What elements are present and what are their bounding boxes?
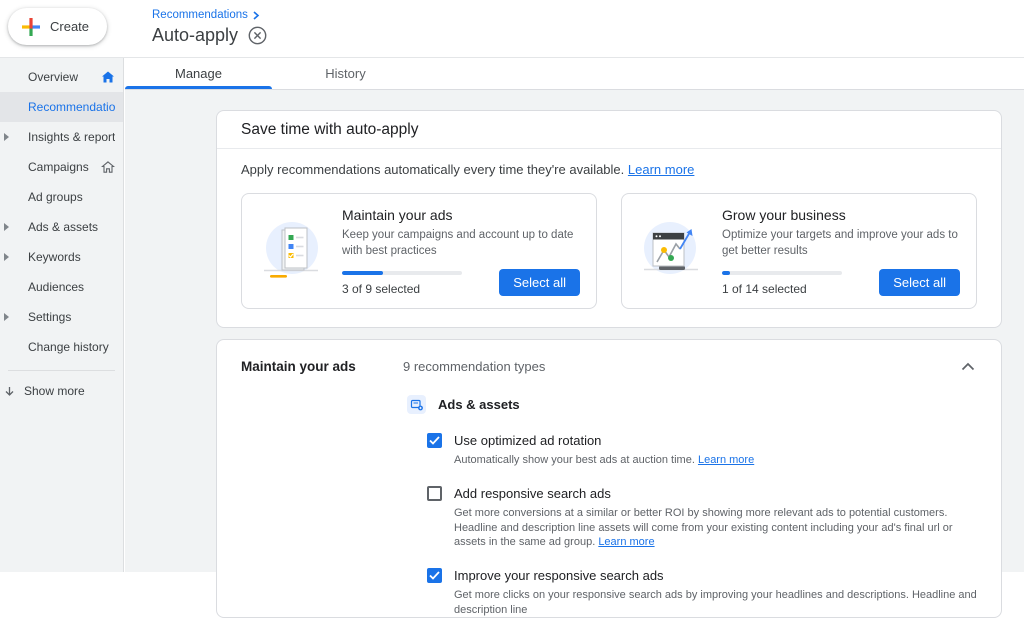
recommendation-label: Use optimized ad rotation [454, 433, 601, 448]
page-title: Auto-apply [152, 25, 238, 46]
create-button-label: Create [50, 19, 89, 34]
recommendation-description: Get more conversions at a similar or bet… [454, 506, 977, 549]
top-bar: Create Recommendations Auto-apply [0, 0, 1024, 58]
add-responsive-search-ads-checkbox[interactable] [427, 486, 442, 501]
auto-apply-card: Save time with auto-apply Apply recommen… [216, 110, 1002, 328]
grow-progress-bar [722, 271, 842, 275]
ads-assets-group-header: Ads & assets [407, 395, 1001, 414]
ads-assets-icon [407, 395, 426, 414]
expand-arrow-icon[interactable] [4, 253, 9, 261]
grow-card-description: Optimize your targets and improve your a… [722, 228, 960, 259]
sidebar-divider [8, 370, 115, 371]
maintain-section-card: Maintain your ads 9 recommendation types [216, 339, 1002, 618]
home-filled-icon [101, 71, 115, 84]
growth-chart-illustration [638, 218, 704, 284]
tab-manage[interactable]: Manage [125, 58, 272, 89]
home-outline-icon [101, 161, 115, 174]
optimized-ad-rotation-checkbox[interactable] [427, 433, 442, 448]
sidebar-item-insights-reports[interactable]: Insights & reports [0, 122, 123, 152]
chevron-down-icon [4, 386, 15, 397]
recommendation-item-add-responsive-search-ads: Add responsive search ads Get more conve… [427, 486, 1001, 549]
chevron-up-icon [961, 362, 975, 371]
tab-bar: Manage History [125, 58, 1024, 90]
learn-more-link[interactable]: Learn more [628, 162, 694, 177]
recommendation-item-improve-responsive-search-ads: Improve your responsive search ads Get m… [427, 568, 1001, 617]
ads-assets-group-label: Ads & assets [438, 397, 520, 412]
grow-selected-count: 1 of 14 selected [722, 282, 879, 296]
recommendation-description: Get more clicks on your responsive searc… [454, 588, 977, 617]
grow-select-all-button[interactable]: Select all [879, 269, 960, 296]
main-content: Manage History Save time with auto-apply… [125, 58, 1024, 572]
sidebar-item-audiences[interactable]: Audiences [0, 272, 123, 302]
dismiss-circle-icon[interactable] [248, 26, 267, 45]
breadcrumb-recommendations-link[interactable]: Recommendations [152, 9, 248, 21]
auto-apply-description: Apply recommendations automatically ever… [241, 162, 977, 177]
section-subtitle: 9 recommendation types [403, 359, 959, 374]
recommendation-item-optimized-ad-rotation: Use optimized ad rotation Automatically … [427, 433, 1001, 467]
maintain-progress-bar [342, 271, 462, 275]
expand-arrow-icon[interactable] [4, 223, 9, 231]
recommendation-label: Improve your responsive search ads [454, 568, 664, 583]
sidebar-item-overview[interactable]: Overview [0, 62, 123, 92]
create-button[interactable]: Create [8, 8, 107, 45]
left-nav-sidebar: Overview Recommendations Insights & repo… [0, 58, 124, 572]
maintain-card-description: Keep your campaigns and account up to da… [342, 228, 580, 259]
sidebar-item-recommendations[interactable]: Recommendations [0, 92, 123, 122]
breadcrumb-chevron-icon [252, 11, 260, 20]
learn-more-link[interactable]: Learn more [698, 454, 754, 466]
learn-more-link[interactable]: Learn more [598, 536, 654, 548]
improve-responsive-search-ads-checkbox[interactable] [427, 568, 442, 583]
sidebar-item-settings[interactable]: Settings [0, 302, 123, 332]
recommendation-description: Automatically show your best ads at auct… [454, 453, 977, 467]
sidebar-item-keywords[interactable]: Keywords [0, 242, 123, 272]
expand-arrow-icon[interactable] [4, 313, 9, 321]
maintain-card-title: Maintain your ads [342, 207, 580, 223]
maintain-your-ads-card: Maintain your ads Keep your campaigns an… [241, 193, 597, 309]
checklist-illustration [258, 218, 324, 284]
section-title: Maintain your ads [241, 359, 403, 374]
grow-your-business-card: Grow your business Optimize your targets… [621, 193, 977, 309]
sidebar-item-ad-groups[interactable]: Ad groups [0, 182, 123, 212]
grow-card-title: Grow your business [722, 207, 960, 223]
sidebar-item-change-history[interactable]: Change history [0, 332, 123, 362]
expand-arrow-icon[interactable] [4, 133, 9, 141]
sidebar-item-campaigns[interactable]: Campaigns [0, 152, 123, 182]
maintain-selected-count: 3 of 9 selected [342, 282, 499, 296]
auto-apply-card-title: Save time with auto-apply [217, 111, 1001, 149]
sidebar-item-ads-assets[interactable]: Ads & assets [0, 212, 123, 242]
maintain-select-all-button[interactable]: Select all [499, 269, 580, 296]
breadcrumb: Recommendations Auto-apply [152, 9, 267, 46]
tab-history[interactable]: History [272, 58, 419, 89]
collapse-section-button[interactable] [959, 357, 977, 376]
recommendation-label: Add responsive search ads [454, 486, 611, 501]
show-more-button[interactable]: Show more [0, 377, 123, 405]
google-plus-icon [21, 17, 41, 37]
